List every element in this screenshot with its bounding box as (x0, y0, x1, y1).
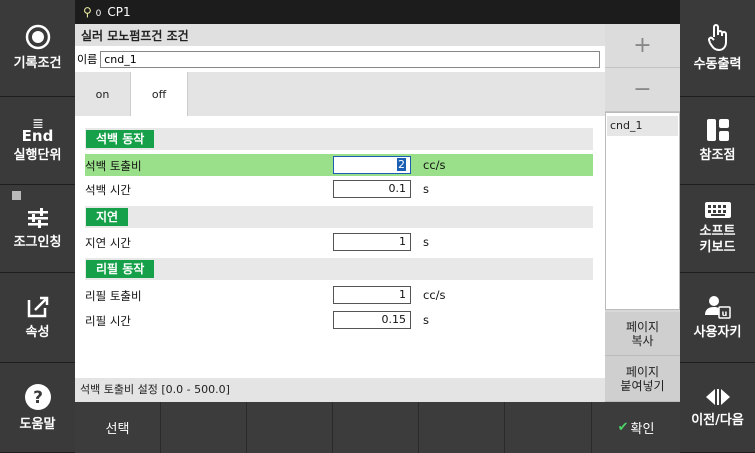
help-icon: ? (24, 383, 51, 410)
cpu-label: CP1 (107, 5, 131, 19)
condition-panel: 실러 모노펌프건 조건 이름 cnd_1 on off 석백 동작 석백 토출비… (75, 24, 605, 402)
user-key-label: 사용자키 (693, 324, 742, 340)
section-title: 지연 (86, 208, 129, 226)
left-sidebar: 기록조건 ≣ End 실행단위 조그인칭 속성 ? 도움말 (0, 0, 75, 453)
record-condition-label: 기록조건 (13, 56, 62, 71)
softkey-empty-5[interactable] (505, 402, 592, 453)
right-sidebar: 수동출력 참조점 소프트 키보드 u 사용자키 이전/다음 (680, 0, 755, 453)
row-delay-time[interactable]: 지연 시간 1 s (85, 231, 593, 253)
list-item[interactable]: cnd_1 (607, 116, 678, 136)
soft-keyboard-label: 소프트 키보드 (699, 223, 736, 255)
row-unit: cc/s (423, 288, 446, 302)
section-title: 석백 동작 (86, 130, 155, 148)
small-square-icon (12, 191, 21, 200)
row-unit: s (423, 313, 429, 327)
row-label: 석백 토출비 (85, 159, 142, 173)
properties-label: 속성 (25, 324, 50, 340)
bottom-bar: 선택 ✔ 확인 (75, 402, 680, 453)
name-label: 이름 (77, 53, 98, 66)
section-suckback: 석백 동작 (85, 128, 593, 150)
jog-inching-label: 조그인칭 (13, 234, 62, 250)
softkey-empty-2[interactable] (247, 402, 333, 453)
select-label: 선택 (105, 422, 130, 437)
edit-icon (27, 296, 48, 317)
panel-title: 실러 모노펌프건 조건 (75, 24, 605, 46)
name-input[interactable]: cnd_1 (100, 50, 601, 68)
row-label: 리필 토출비 (85, 289, 142, 303)
condition-list-panel: + − cnd_1 페이지 복사 페이지 붙여넣기 (605, 24, 680, 402)
record-condition-button[interactable]: 기록조건 (0, 0, 75, 97)
robot-icon: ⚲ (83, 5, 92, 19)
softkey-empty-4[interactable] (419, 402, 505, 453)
user-key-button[interactable]: u 사용자키 (680, 273, 755, 363)
reference-point-button[interactable]: 참조점 (680, 97, 755, 185)
delay-time-input[interactable]: 1 (333, 233, 411, 251)
soft-keyboard-button[interactable]: 소프트 키보드 (680, 185, 755, 273)
refill-rate-input[interactable]: 1 (333, 286, 411, 304)
row-label: 석백 시간 (85, 183, 131, 197)
prev-next-label: 이전/다음 (691, 412, 744, 428)
record-circle-icon (25, 24, 50, 50)
jog-inching-button[interactable]: 조그인칭 (0, 185, 75, 273)
tab-bar: on off (75, 72, 605, 116)
row-suckback-time[interactable]: 석백 시간 0.1 s (85, 178, 593, 200)
manual-output-button[interactable]: 수동출력 (680, 0, 755, 97)
row-suckback-rate[interactable]: 석백 토출비 2 cc/s (85, 154, 593, 176)
user-key-icon: u (704, 295, 731, 319)
name-row: 이름 cnd_1 (75, 48, 605, 70)
section-delay: 지연 (85, 206, 593, 228)
add-condition-button[interactable]: + (605, 24, 680, 68)
softkey-empty-3[interactable] (333, 402, 419, 453)
row-unit: s (423, 182, 429, 196)
remove-condition-button[interactable]: − (605, 68, 680, 112)
confirm-label: 확인 (630, 422, 655, 437)
manual-output-label: 수동출력 (693, 57, 742, 72)
select-button[interactable]: 선택 (75, 402, 161, 453)
condition-list: cnd_1 (605, 112, 680, 310)
tab-off[interactable]: off (130, 72, 188, 116)
end-list-icon: ≣ End (21, 115, 54, 145)
row-label: 리필 시간 (85, 314, 131, 328)
svg-text:u: u (721, 309, 727, 318)
check-icon: ✔ (617, 420, 629, 435)
condition-content: 석백 동작 석백 토출비 2 cc/s 석백 시간 0.1 s 지연 지연 시간… (75, 116, 605, 378)
app-root: 기록조건 ≣ End 실행단위 조그인칭 속성 ? 도움말 ⚲ 0 CP1 실러… (0, 0, 755, 453)
section-refill: 리필 동작 (85, 258, 593, 280)
svg-text:?: ? (33, 388, 43, 408)
row-unit: cc/s (423, 158, 446, 172)
robot-status: ⚲ 0 (83, 5, 102, 19)
hint-bar: 석백 토출비 설정 [0.0 - 500.0] (75, 378, 605, 402)
row-unit: s (423, 235, 429, 249)
prev-next-icon (705, 388, 730, 405)
page-paste-button[interactable]: 페이지 붙여넣기 (605, 356, 680, 402)
row-refill-rate[interactable]: 리필 토출비 1 cc/s (85, 284, 593, 306)
sliders-icon (27, 207, 48, 228)
refill-time-input[interactable]: 0.15 (333, 311, 411, 329)
help-button[interactable]: ? 도움말 (0, 363, 75, 453)
layout-icon (706, 118, 729, 141)
tab-on[interactable]: on (75, 72, 130, 116)
confirm-button[interactable]: ✔ 확인 (592, 402, 680, 453)
section-title: 리필 동작 (86, 260, 155, 278)
prev-next-button[interactable]: 이전/다음 (680, 363, 755, 453)
status-bar: ⚲ 0 CP1 (75, 0, 680, 24)
properties-button[interactable]: 속성 (0, 273, 75, 363)
reference-point-label: 참조점 (699, 147, 736, 163)
row-refill-time[interactable]: 리필 시간 0.15 s (85, 309, 593, 331)
suckback-rate-input[interactable]: 2 (333, 156, 411, 174)
hand-pointer-icon (707, 24, 727, 51)
keyboard-icon (704, 201, 731, 218)
help-label: 도움말 (19, 416, 56, 432)
execution-unit-button[interactable]: ≣ End 실행단위 (0, 97, 75, 185)
suckback-time-input[interactable]: 0.1 (333, 180, 411, 198)
softkey-empty-1[interactable] (161, 402, 247, 453)
page-copy-button[interactable]: 페이지 복사 (605, 312, 680, 356)
execution-unit-label: 실행단위 (13, 147, 62, 163)
row-label: 지연 시간 (85, 236, 131, 250)
